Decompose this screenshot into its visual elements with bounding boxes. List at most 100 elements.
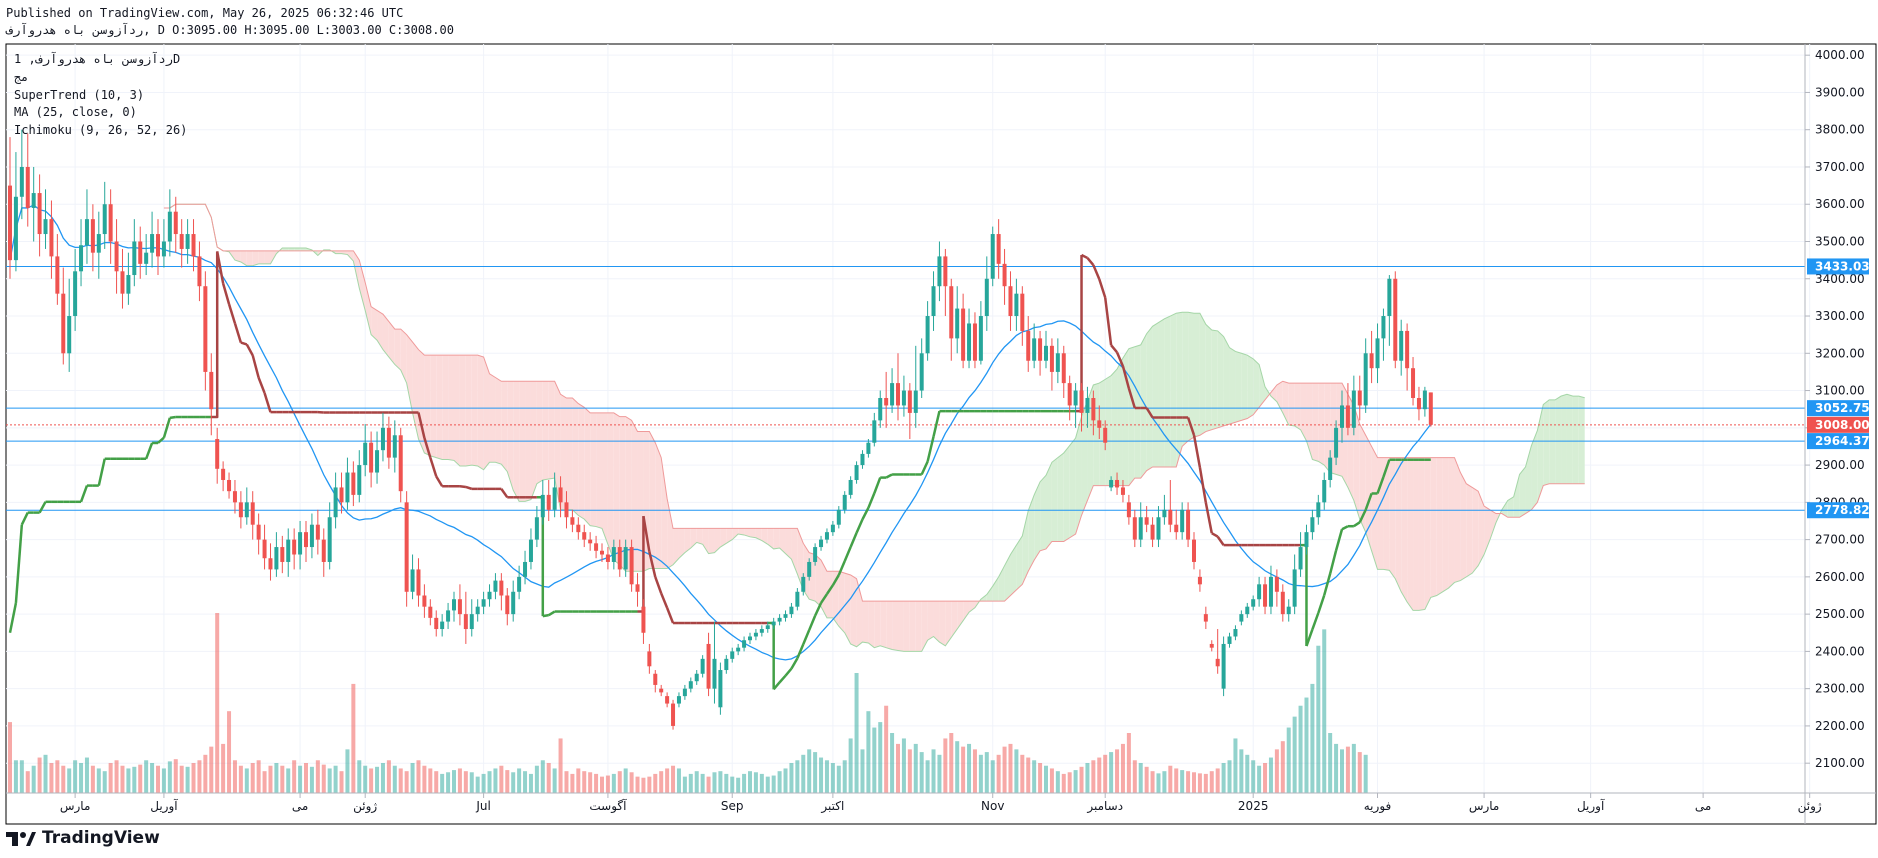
supertrend-segment <box>227 303 237 324</box>
volume-bar <box>546 763 551 793</box>
candle-body <box>1257 584 1262 600</box>
candle-body <box>481 599 486 607</box>
cloud-segment <box>773 528 780 549</box>
volume-bar <box>79 763 84 793</box>
candle-body <box>197 256 202 287</box>
volume-bar <box>304 763 308 793</box>
cloud-segment <box>602 412 608 545</box>
supertrend-segment <box>157 436 165 444</box>
legend: ردآزوسن باه هدروآرف, 1D مج SuperTrend (1… <box>14 51 187 137</box>
candle-body <box>1345 405 1350 428</box>
cloud-segment <box>1395 457 1402 592</box>
candle-body <box>244 502 249 518</box>
x-tick-label: آگوست <box>589 798 627 814</box>
legend-ma[interactable]: MA (25, close, 0) <box>14 105 137 119</box>
candle-body <box>1399 330 1404 361</box>
volume-bar <box>25 771 30 793</box>
cloud-segment <box>1241 353 1248 421</box>
candle-body <box>327 517 332 562</box>
cloud-segment <box>1318 383 1325 466</box>
y-tick-label: 2600.00 <box>1815 570 1865 584</box>
candle-body <box>280 547 285 562</box>
candle-body <box>937 256 942 287</box>
cloud-segment <box>951 601 958 638</box>
y-tick-label: 2500.00 <box>1815 607 1865 621</box>
candle-body <box>315 524 320 540</box>
candle-body <box>369 442 374 473</box>
cloud-segment <box>767 528 774 549</box>
candle-body <box>1109 479 1114 488</box>
volume-bar <box>1002 746 1007 793</box>
candle-body <box>783 614 788 618</box>
candle-body <box>487 591 492 600</box>
cloud-segment <box>1472 487 1479 574</box>
legend-ichimoku[interactable]: Ichimoku (9, 26, 52, 26) <box>14 123 187 137</box>
candle-body <box>1209 643 1214 648</box>
cloud-segment <box>1436 457 1443 596</box>
candle-body <box>185 234 190 249</box>
volume-bar <box>860 749 865 793</box>
cloud-segment <box>667 498 674 569</box>
volume-bar <box>1109 752 1114 793</box>
cloud-segment <box>1146 326 1153 471</box>
candle-body <box>215 438 220 469</box>
volume-bar <box>1245 754 1250 793</box>
candles <box>8 129 1433 730</box>
price-chart[interactable]: 2100.00 2200.00 2300.00 2400.00 2500.00 2600.… <box>0 0 1878 858</box>
volume-bar <box>185 766 190 793</box>
candle-body <box>8 185 12 261</box>
supertrend-segment <box>435 475 444 487</box>
supertrend-segment <box>1198 467 1208 503</box>
cloud-segment <box>1401 457 1408 603</box>
supertrend-segment <box>1086 257 1095 266</box>
volume-bar <box>256 760 261 793</box>
cloud-segment <box>1229 347 1236 425</box>
volume-bar <box>1203 773 1208 793</box>
volume-bar <box>1115 749 1120 793</box>
legend-supertrend[interactable]: SuperTrend (10, 3) <box>14 88 144 102</box>
volume-bar <box>1032 760 1037 793</box>
x-tick-label: ژوئن <box>353 799 377 814</box>
tradingview-logo[interactable]: TradingView <box>6 828 160 848</box>
volume-bar <box>682 776 687 793</box>
candle-body <box>1049 345 1054 372</box>
candle-body <box>884 398 889 406</box>
candle-body <box>1328 457 1333 480</box>
candle-body <box>854 465 859 480</box>
candle-body <box>386 427 391 458</box>
cloud-segment <box>1555 396 1562 484</box>
volume-bar <box>925 760 930 793</box>
candle-body <box>475 606 480 615</box>
volume-bar <box>380 763 385 793</box>
candle-body <box>641 606 646 633</box>
volume-bar <box>114 760 119 793</box>
volume-bar <box>1103 754 1108 793</box>
candle-body <box>274 547 279 570</box>
candle-body <box>232 491 237 503</box>
candle-body <box>37 193 42 235</box>
volume-bar <box>629 772 634 793</box>
volume-bar <box>244 768 249 793</box>
legend-symbol: ردآزوسن باه هدروآرف, 1D <box>14 51 180 67</box>
supertrend-segment <box>500 488 509 499</box>
candle-body <box>1381 316 1386 339</box>
candle-body <box>1310 517 1315 533</box>
volume-bar <box>156 765 160 793</box>
candle-body <box>848 479 853 495</box>
volume-bar <box>339 771 344 793</box>
y-tick-label: 3800.00 <box>1815 123 1865 137</box>
candle-body <box>653 673 658 685</box>
candle-body <box>540 494 545 518</box>
candle-body <box>1067 383 1072 406</box>
candle-body <box>1416 398 1421 410</box>
y-tick-label: 3900.00 <box>1815 85 1865 99</box>
cloud-segment <box>459 355 466 467</box>
candle-body <box>753 632 758 637</box>
cloud-segment <box>655 442 662 569</box>
cloud-segment <box>874 601 881 648</box>
candle-body <box>901 390 906 406</box>
candle-body <box>1334 427 1339 458</box>
candle-body <box>972 323 977 361</box>
cloud-segment <box>661 457 668 569</box>
volume-bar <box>635 776 640 793</box>
